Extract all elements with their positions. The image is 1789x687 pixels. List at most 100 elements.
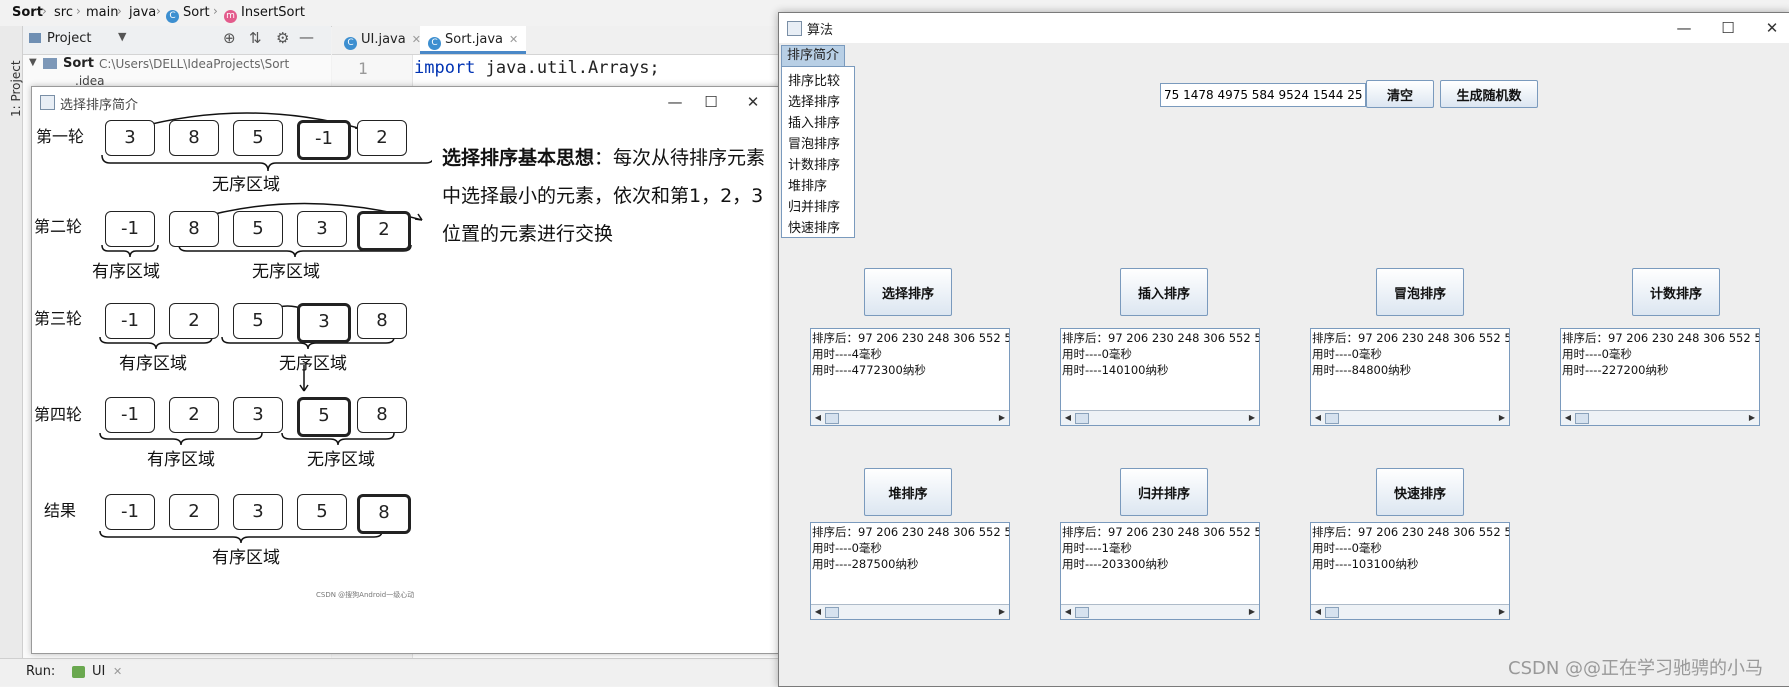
minimize-icon[interactable]: — (299, 28, 314, 46)
clear-button[interactable]: 清空 (1366, 80, 1434, 108)
breadcrumb-sort-class[interactable]: C Sort (166, 5, 210, 23)
horizontal-scrollbar[interactable]: ◀ ▶ (1561, 410, 1759, 425)
array-cell: 2 (169, 303, 219, 339)
scrollbar-thumb[interactable] (1075, 607, 1089, 618)
horizontal-scrollbar[interactable]: ◀ ▶ (1061, 604, 1259, 619)
scrollbar-thumb[interactable] (825, 607, 839, 618)
merge-sort-button[interactable]: 归并排序 (1120, 468, 1208, 516)
close-icon[interactable]: ✕ (740, 89, 766, 115)
selection-sort-result[interactable]: 排序后：97 206 230 248 306 552 58 用时----4毫秒 … (810, 328, 1010, 426)
target-icon[interactable]: ⊕ (223, 29, 236, 47)
scroll-left-icon[interactable]: ◀ (1312, 606, 1324, 618)
project-dropdown[interactable]: Project (47, 31, 91, 46)
maximize-icon[interactable]: ☐ (1715, 15, 1741, 41)
close-icon[interactable]: ✕ (1759, 15, 1785, 41)
scroll-left-icon[interactable]: ◀ (1062, 412, 1074, 424)
scrollbar-thumb[interactable] (1325, 413, 1339, 424)
run-tab-ui[interactable]: UI (92, 664, 105, 679)
breadcrumb-src[interactable]: src (54, 5, 73, 20)
round-label: 第三轮 (34, 309, 83, 328)
bubble-sort-button[interactable]: 冒泡排序 (1376, 268, 1464, 316)
scroll-right-icon[interactable]: ▶ (1246, 606, 1258, 618)
scroll-right-icon[interactable]: ▶ (1496, 606, 1508, 618)
gear-icon[interactable]: ⚙ (276, 29, 289, 47)
scroll-right-icon[interactable]: ▶ (996, 412, 1008, 424)
array-cell-min: 5 (297, 397, 351, 437)
result-line: 排序后：97 206 230 248 306 552 58 (812, 525, 1010, 539)
scroll-left-icon[interactable]: ◀ (812, 412, 824, 424)
scroll-left-icon[interactable]: ◀ (1062, 606, 1074, 618)
menu-item-selection[interactable]: 选择排序 (788, 91, 840, 110)
array-cell: 5 (233, 211, 283, 247)
breadcrumb-method-label: InsertSort (241, 5, 305, 20)
scrollbar-thumb[interactable] (825, 413, 839, 424)
project-tool-tab[interactable]: 1: Project (9, 37, 23, 117)
zone-label: 有序区域 (92, 262, 160, 282)
round-label: 第二轮 (34, 217, 83, 236)
scrollbar-thumb[interactable] (1075, 413, 1089, 424)
close-icon[interactable]: ✕ (509, 33, 518, 46)
breadcrumb-method[interactable]: m InsertSort (224, 5, 305, 23)
heap-sort-result[interactable]: 排序后：97 206 230 248 306 552 58 用时----0毫秒 … (810, 522, 1010, 620)
code-line[interactable]: import java.util.Arrays; (414, 58, 660, 78)
run-config-icon (72, 666, 85, 678)
zone-label: 有序区域 (212, 548, 280, 568)
description-heading: 选择排序基本思想 (442, 147, 595, 169)
menu-item-compare[interactable]: 排序比较 (788, 70, 840, 89)
quick-sort-button[interactable]: 快速排序 (1376, 468, 1464, 516)
menu-sort-intro[interactable]: 排序简介 (781, 45, 845, 67)
scroll-right-icon[interactable]: ▶ (1246, 412, 1258, 424)
numbers-input[interactable] (1160, 83, 1366, 107)
scrollbar-thumb[interactable] (1325, 607, 1339, 618)
menu-item-insertion[interactable]: 插入排序 (788, 112, 840, 131)
insertion-sort-button[interactable]: 插入排序 (1120, 268, 1208, 316)
array-cell: -1 (105, 494, 155, 530)
menu-item-bubble[interactable]: 冒泡排序 (788, 133, 840, 152)
menu-item-heap[interactable]: 堆排序 (788, 175, 827, 194)
project-root-name[interactable]: Sort (63, 56, 94, 71)
maximize-icon[interactable]: ☐ (698, 89, 724, 115)
counting-sort-button[interactable]: 计数排序 (1632, 268, 1720, 316)
scroll-right-icon[interactable]: ▶ (1746, 412, 1758, 424)
scroll-left-icon[interactable]: ◀ (1312, 412, 1324, 424)
round-label: 第四轮 (34, 405, 83, 424)
bubble-sort-result[interactable]: 排序后：97 206 230 248 306 552 58 用时----0毫秒 … (1310, 328, 1510, 426)
chevron-down-icon[interactable]: ▼ (29, 57, 37, 68)
menu-item-counting[interactable]: 计数排序 (788, 154, 840, 173)
chevron-down-icon[interactable]: ▼ (118, 30, 126, 43)
counting-sort-result[interactable]: 排序后：97 206 230 248 306 552 58 用时----0毫秒 … (1560, 328, 1760, 426)
horizontal-scrollbar[interactable]: ◀ ▶ (1311, 410, 1509, 425)
horizontal-scrollbar[interactable]: ◀ ▶ (1311, 604, 1509, 619)
scrollbar-thumb[interactable] (1575, 413, 1589, 424)
scroll-left-icon[interactable]: ◀ (812, 606, 824, 618)
scroll-left-icon[interactable]: ◀ (1562, 412, 1574, 424)
scroll-right-icon[interactable]: ▶ (996, 606, 1008, 618)
merge-sort-result[interactable]: 排序后：97 206 230 248 306 552 58 用时----1毫秒 … (1060, 522, 1260, 620)
menu-item-merge[interactable]: 归并排序 (788, 196, 840, 215)
class-icon: C (428, 37, 441, 50)
generate-random-button[interactable]: 生成随机数 (1440, 80, 1538, 108)
array-cell: 3 (233, 494, 283, 530)
selection-sort-button[interactable]: 选择排序 (864, 268, 952, 316)
close-icon[interactable]: ✕ (113, 665, 122, 678)
collapse-icon[interactable]: ⇅ (249, 29, 262, 47)
heap-sort-button[interactable]: 堆排序 (864, 468, 952, 516)
horizontal-scrollbar[interactable]: ◀ ▶ (811, 410, 1009, 425)
menu-item-quick[interactable]: 快速排序 (788, 217, 840, 236)
app-title: 算法 (807, 23, 834, 38)
breadcrumb-project[interactable]: Sort (12, 5, 43, 20)
quick-sort-result[interactable]: 排序后：97 206 230 248 306 552 58 用时----0毫秒 … (1310, 522, 1510, 620)
breadcrumb-main[interactable]: main (86, 5, 118, 20)
breadcrumb-java[interactable]: java (129, 5, 156, 20)
minimize-icon[interactable]: — (1671, 15, 1697, 41)
result-line: 用时----0毫秒 (812, 541, 882, 555)
tab-ui-java[interactable]: C UI.java ✕ (336, 26, 429, 54)
minimize-icon[interactable]: — (662, 89, 688, 115)
result-line: 排序后：97 206 230 248 306 552 58 (1312, 331, 1510, 345)
app-title-bar: 算法 — ☐ ✕ (779, 13, 1789, 43)
scroll-right-icon[interactable]: ▶ (1496, 412, 1508, 424)
insertion-sort-result[interactable]: 排序后：97 206 230 248 306 552 58 用时----0毫秒 … (1060, 328, 1260, 426)
horizontal-scrollbar[interactable]: ◀ ▶ (811, 604, 1009, 619)
tab-sort-java[interactable]: C Sort.java ✕ (420, 26, 527, 54)
horizontal-scrollbar[interactable]: ◀ ▶ (1061, 410, 1259, 425)
